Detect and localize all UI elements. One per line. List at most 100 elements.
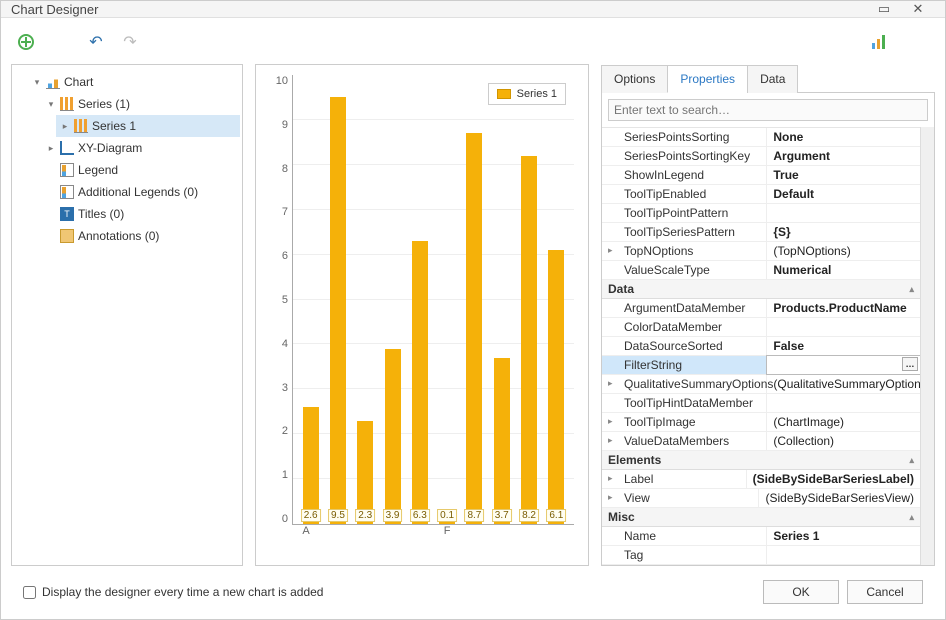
prop-datasourcesorted[interactable]: DataSourceSortedFalse	[602, 337, 920, 356]
chart-type-button[interactable]	[869, 31, 891, 53]
tab-data[interactable]: Data	[747, 65, 798, 93]
close-button[interactable]: ✕	[901, 1, 935, 17]
prop-value[interactable]: {S}	[767, 223, 920, 241]
tree-item-chart[interactable]: ▾Chart	[28, 71, 240, 93]
expander-icon[interactable]: ▸	[60, 116, 70, 136]
prop-tag[interactable]: Tag	[602, 546, 920, 565]
prop-value[interactable]: (SideBySideBarSeriesLabel)	[747, 470, 920, 488]
prop-tooltiphintdatamember[interactable]: ToolTipHintDataMember	[602, 394, 920, 413]
prop-name: ShowInLegend	[624, 168, 704, 182]
bar-label: 3.7	[492, 509, 512, 522]
redo-button[interactable]: ↷	[119, 31, 141, 53]
prop-name: ToolTipSeriesPattern	[624, 225, 735, 239]
tree-item-xy-diagram[interactable]: ▸ XY-Diagram	[42, 137, 240, 159]
prop-category-elements[interactable]: Elements▴	[602, 451, 920, 470]
prop-value[interactable]: (ChartImage)	[767, 413, 920, 431]
prop-value[interactable]: …	[766, 355, 920, 375]
title-icon: T	[60, 207, 74, 221]
cancel-button[interactable]: Cancel	[847, 580, 923, 604]
prop-value[interactable]	[767, 546, 920, 564]
property-grid[interactable]: SeriesPointsSortingNoneSeriesPointsSorti…	[602, 127, 920, 565]
bar-A: 2.6	[303, 407, 319, 524]
prop-category-misc[interactable]: Misc▴	[602, 508, 920, 527]
prop-value[interactable]: (SideBySideBarSeriesView)	[759, 489, 920, 507]
collapse-icon[interactable]: ▴	[909, 512, 914, 523]
prop-value[interactable]: False	[767, 337, 920, 355]
tree-item-additional-legends-0-[interactable]: Additional Legends (0)	[42, 181, 240, 203]
chart-tree[interactable]: ▾Chart▾Series (1)▸Series 1▸ XY-DiagramLeg…	[14, 71, 240, 247]
expand-icon[interactable]: ▸	[608, 378, 613, 389]
display-on-add-input[interactable]	[23, 586, 36, 599]
prop-tooltipseriespattern[interactable]: ToolTipSeriesPattern {S}	[602, 223, 920, 242]
prop-value[interactable]: (QualitativeSummaryOptions)	[767, 375, 920, 393]
prop-tooltippointpattern[interactable]: ToolTipPointPattern	[602, 204, 920, 223]
prop-value[interactable]: None	[767, 128, 920, 146]
ok-button[interactable]: OK	[763, 580, 839, 604]
prop-value[interactable]	[767, 318, 920, 336]
tab-properties[interactable]: Properties	[667, 65, 748, 93]
expander-icon[interactable]: ▸	[46, 138, 56, 158]
tree-item-series-1[interactable]: ▸Series 1	[56, 115, 240, 137]
display-on-add-checkbox[interactable]: Display the designer every time a new ch…	[23, 585, 755, 599]
collapse-icon[interactable]: ▴	[909, 284, 914, 295]
tree-item-legend[interactable]: Legend	[42, 159, 240, 181]
bar-label: 8.7	[464, 509, 484, 522]
add-button[interactable]	[15, 31, 37, 53]
prop-name: SeriesPointsSortingKey	[624, 149, 750, 163]
tree-item-annotations-0-[interactable]: Annotations (0)	[42, 225, 240, 247]
titlebar: Chart Designer ▭ ✕	[1, 1, 945, 18]
maximize-button[interactable]: ▭	[867, 1, 901, 17]
prop-tooltipenabled[interactable]: ToolTipEnabledDefault	[602, 185, 920, 204]
prop-showinlegend[interactable]: ShowInLegend True	[602, 166, 920, 185]
expand-icon[interactable]: ▸	[608, 245, 613, 256]
tree-item-series-1-[interactable]: ▾Series (1)	[42, 93, 240, 115]
prop-value[interactable]: Argument	[767, 147, 920, 165]
prop-value[interactable]: True	[767, 166, 920, 184]
expand-icon[interactable]: ▸	[608, 492, 613, 503]
prop-view[interactable]: ▸View(SideBySideBarSeriesView)	[602, 489, 920, 508]
prop-colordatamember[interactable]: ColorDataMember	[602, 318, 920, 337]
prop-topnoptions[interactable]: ▸TopNOptions(TopNOptions)	[602, 242, 920, 261]
prop-label[interactable]: ▸Label(SideBySideBarSeriesLabel)	[602, 470, 920, 489]
bars-icon	[872, 35, 888, 49]
prop-value[interactable]: Default	[767, 185, 920, 203]
expander-icon[interactable]: ▾	[46, 94, 56, 114]
tab-options[interactable]: Options	[601, 65, 668, 93]
collapse-icon[interactable]: ▴	[909, 455, 914, 466]
prop-name[interactable]: NameSeries 1	[602, 527, 920, 546]
undo-button[interactable]: ↶	[85, 31, 107, 53]
chart-legend: Series 1	[488, 83, 566, 105]
prop-filterstring[interactable]: FilterString…	[602, 356, 920, 375]
expand-icon[interactable]: ▸	[608, 435, 613, 446]
prop-value[interactable]	[767, 204, 920, 222]
tree-item-titles-0-[interactable]: TTitles (0)	[42, 203, 240, 225]
ellipsis-button[interactable]: …	[902, 357, 918, 371]
prop-tooltipimage[interactable]: ▸ToolTipImage(ChartImage)	[602, 413, 920, 432]
prop-category-data[interactable]: Data▴	[602, 280, 920, 299]
prop-value[interactable]: Products.ProductName	[767, 299, 920, 317]
prop-valuescaletype[interactable]: ValueScaleType Numerical	[602, 261, 920, 280]
prop-value[interactable]: (TopNOptions)	[767, 242, 920, 260]
prop-seriespointssortingkey[interactable]: SeriesPointsSortingKey Argument	[602, 147, 920, 166]
prop-name: ValueScaleType	[624, 263, 710, 277]
expander-icon[interactable]: ▾	[32, 72, 42, 92]
panels: ▾Chart▾Series (1)▸Series 1▸XY-DiagramLeg…	[11, 64, 935, 566]
prop-value[interactable]: Numerical	[767, 261, 920, 279]
display-on-add-label: Display the designer every time a new ch…	[42, 585, 323, 599]
expand-icon[interactable]: ▸	[608, 473, 613, 484]
prop-value[interactable]: Series 1	[767, 527, 920, 545]
prop-qualitativesummaryoptions[interactable]: ▸QualitativeSummaryOptions(QualitativeSu…	[602, 375, 920, 394]
bar-B: 9.5	[330, 97, 346, 524]
tree-label: XY-Diagram	[78, 138, 142, 158]
prop-value[interactable]	[767, 394, 920, 412]
prop-seriespointssorting[interactable]: SeriesPointsSortingNone	[602, 128, 920, 147]
prop-value[interactable]: (Collection)	[767, 432, 920, 450]
expand-icon[interactable]: ▸	[608, 416, 613, 427]
prop-valuedatamembers[interactable]: ▸ValueDataMembers(Collection)	[602, 432, 920, 451]
search-input[interactable]	[608, 99, 928, 121]
y-tick: 3	[282, 382, 288, 394]
scrollbar[interactable]	[920, 127, 934, 565]
prop-argumentdatamember[interactable]: ArgumentDataMemberProducts.ProductName	[602, 299, 920, 318]
y-tick: 2	[282, 425, 288, 437]
legend-icon	[60, 185, 74, 199]
